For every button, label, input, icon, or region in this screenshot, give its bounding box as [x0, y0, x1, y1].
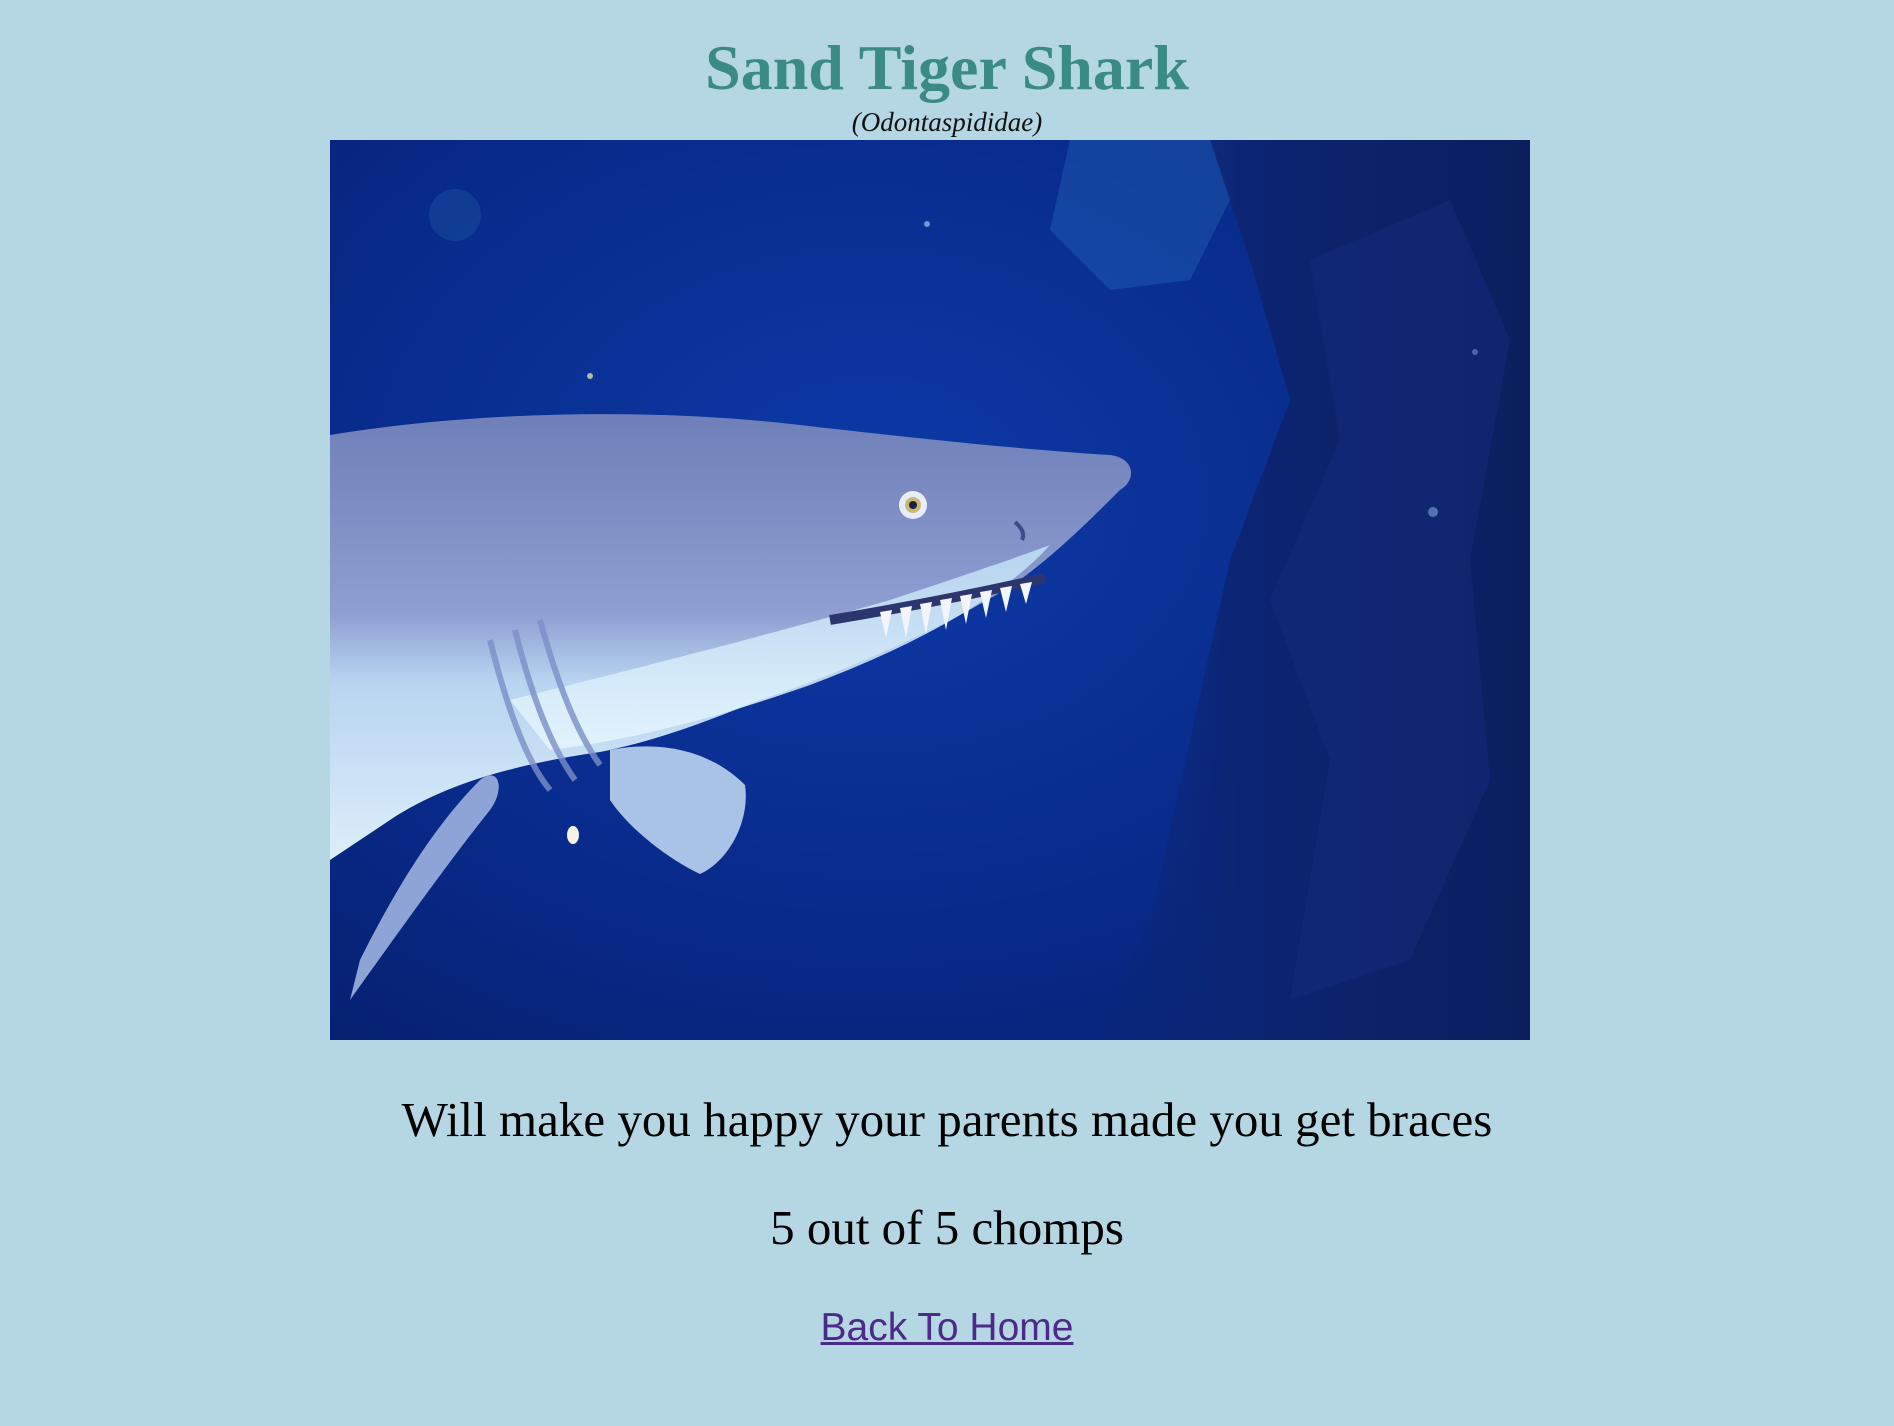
shark-rating: 5 out of 5 chomps	[770, 1200, 1124, 1255]
shark-illustration	[330, 140, 1530, 1040]
page-title: Sand Tiger Shark	[705, 32, 1189, 103]
back-home-link[interactable]: Back To Home	[821, 1306, 1074, 1349]
scientific-name: (Odontaspididae)	[851, 107, 1043, 137]
shark-description: Will make you happy your parents made yo…	[401, 1092, 1493, 1147]
back-home-link-wrapper: Back To Home	[0, 1302, 1894, 1354]
page: Sand Tiger Shark (Odontaspididae) Will m…	[0, 0, 1894, 1426]
shark-photo	[330, 140, 1530, 1040]
